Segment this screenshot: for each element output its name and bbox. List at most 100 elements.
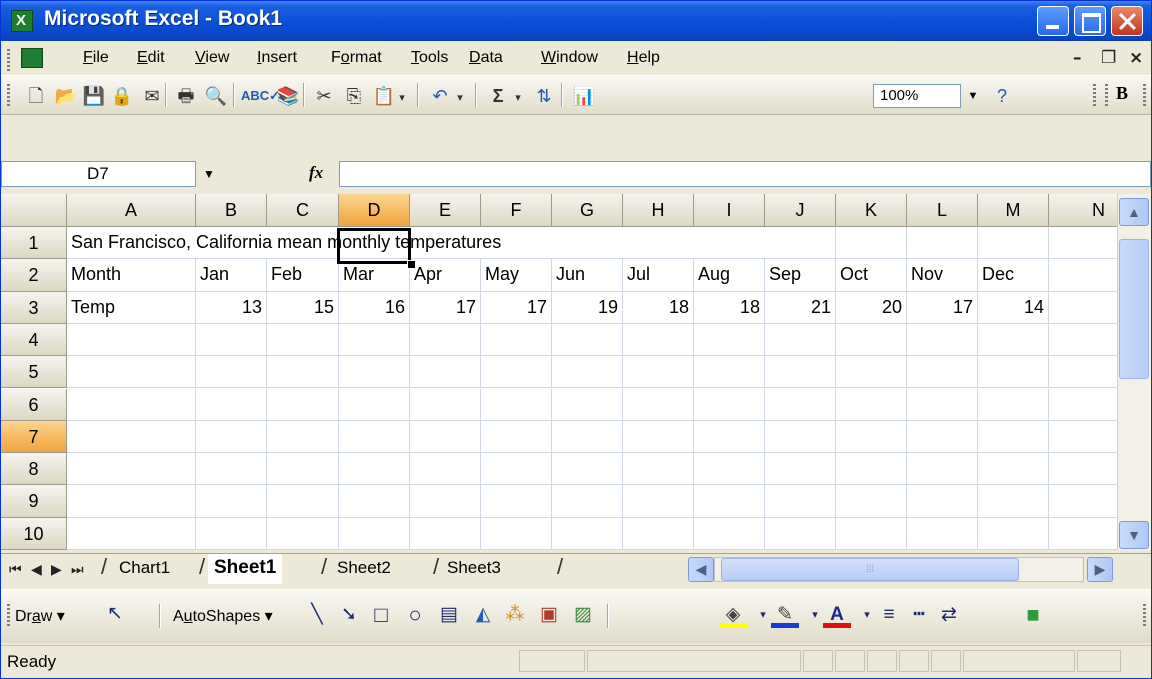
table-cell[interactable] (67, 356, 196, 389)
menu-item[interactable]: View (195, 49, 229, 67)
autosum-icon[interactable]: Σ (485, 83, 511, 109)
formatting-toolbar-grip[interactable] (1105, 84, 1108, 106)
table-cell[interactable] (694, 420, 765, 454)
chart-wizard-icon[interactable]: 📊 (571, 83, 597, 109)
fill-handle[interactable] (407, 260, 416, 269)
table-cell[interactable] (196, 453, 267, 486)
table-cell[interactable]: Month (67, 259, 196, 292)
row-header[interactable]: 9 (1, 485, 67, 518)
drawing-toolbar-options-icon[interactable] (1143, 604, 1146, 626)
menu-item[interactable]: Tools (411, 49, 448, 67)
table-cell[interactable] (978, 517, 1049, 550)
arrow-style-icon[interactable]: ⇄ (935, 601, 963, 629)
table-cell[interactable] (267, 388, 339, 421)
arrow-icon[interactable]: ➘ (335, 601, 363, 629)
save-icon[interactable]: 💾 (81, 83, 107, 109)
formatting-toolbar-options-icon[interactable] (1143, 84, 1146, 106)
help-icon[interactable]: ? (989, 83, 1015, 109)
column-header[interactable]: C (267, 194, 339, 227)
table-cell[interactable]: 18 (623, 291, 694, 324)
table-cell[interactable] (694, 323, 765, 357)
table-cell[interactable] (410, 453, 481, 486)
table-cell[interactable] (765, 517, 836, 550)
table-cell[interactable]: Mar (339, 259, 410, 292)
table-cell[interactable] (410, 388, 481, 421)
table-cell[interactable] (67, 485, 196, 518)
table-cell[interactable]: 15 (267, 291, 339, 324)
table-cell[interactable] (765, 323, 836, 357)
next-sheet-icon[interactable]: ▶ (51, 561, 62, 578)
workbook-close-icon[interactable]: × (1129, 48, 1143, 68)
table-cell[interactable] (481, 388, 552, 421)
table-cell[interactable] (410, 356, 481, 389)
rectangle-icon[interactable]: □ (367, 601, 395, 629)
line-style-icon[interactable]: ≡ (875, 601, 903, 629)
workbook-minimize-icon[interactable]: – (1073, 48, 1082, 68)
undo-icon[interactable]: ↶ (427, 83, 453, 109)
table-cell[interactable] (694, 227, 765, 260)
line-icon[interactable]: ╲ (303, 601, 331, 629)
table-cell[interactable] (267, 485, 339, 518)
table-cell[interactable] (67, 453, 196, 486)
scroll-up-icon[interactable]: ▲ (1119, 198, 1149, 226)
table-cell[interactable] (623, 323, 694, 357)
table-cell[interactable]: Jun (552, 259, 623, 292)
line-color-icon[interactable]: ✎ (771, 601, 799, 628)
table-cell[interactable] (410, 420, 481, 454)
insert-function-icon[interactable]: fx (309, 163, 323, 183)
menu-item[interactable]: Insert (257, 49, 297, 67)
table-cell[interactable] (67, 517, 196, 550)
table-cell[interactable] (67, 388, 196, 421)
new-icon[interactable]: 🗋 (23, 83, 49, 109)
table-cell[interactable] (410, 485, 481, 518)
table-cell[interactable]: 21 (765, 291, 836, 324)
table-cell[interactable]: May (481, 259, 552, 292)
table-cell[interactable] (196, 388, 267, 421)
drawing-toolbar-grip[interactable] (7, 604, 10, 626)
workbook-icon[interactable] (21, 48, 43, 68)
fill-color-icon[interactable]: ◈ (719, 601, 747, 628)
table-cell[interactable]: Sep (765, 259, 836, 292)
scroll-down-icon[interactable]: ▼ (1119, 521, 1149, 549)
row-header[interactable]: 7 (1, 420, 67, 454)
select-all-corner[interactable] (1, 194, 67, 227)
bold-button[interactable]: B (1116, 83, 1128, 104)
scroll-right-icon[interactable]: ▶ (1087, 557, 1113, 582)
table-cell[interactable] (907, 517, 978, 550)
table-cell[interactable] (765, 485, 836, 518)
text-box-icon[interactable]: ▤ (435, 601, 463, 629)
table-cell[interactable]: Temp (67, 291, 196, 324)
table-cell[interactable] (978, 323, 1049, 357)
autosum-dropdown-icon[interactable]: ▾ (511, 85, 525, 111)
table-cell[interactable] (907, 227, 978, 260)
table-cell[interactable] (694, 388, 765, 421)
table-cell[interactable] (765, 388, 836, 421)
sheet-tab[interactable]: Sheet2 (331, 554, 397, 584)
row-header[interactable]: 5 (1, 356, 67, 389)
table-cell[interactable]: Aug (694, 259, 765, 292)
table-cell[interactable] (552, 227, 623, 260)
table-cell[interactable] (67, 420, 196, 454)
zoom-select[interactable]: 100% (873, 84, 961, 108)
table-cell[interactable]: 19 (552, 291, 623, 324)
column-header[interactable]: F (481, 194, 552, 227)
table-cell[interactable] (267, 453, 339, 486)
table-cell[interactable] (836, 388, 907, 421)
table-cell[interactable] (907, 323, 978, 357)
table-cell[interactable] (67, 323, 196, 357)
table-cell[interactable] (694, 485, 765, 518)
table-cell[interactable] (552, 420, 623, 454)
table-cell[interactable] (907, 485, 978, 518)
clip-art-icon[interactable]: ▣ (535, 601, 563, 629)
table-cell[interactable] (836, 517, 907, 550)
toolbar-options-icon[interactable] (1093, 84, 1096, 106)
row-header[interactable]: 3 (1, 291, 67, 324)
last-sheet-icon[interactable]: ⏭ (71, 561, 84, 578)
table-cell[interactable] (694, 356, 765, 389)
column-header[interactable]: D (339, 194, 410, 227)
excel-app-icon[interactable] (11, 10, 33, 32)
table-cell[interactable] (623, 227, 694, 260)
table-cell[interactable]: Apr (410, 259, 481, 292)
table-cell[interactable] (907, 453, 978, 486)
table-cell[interactable] (339, 420, 410, 454)
